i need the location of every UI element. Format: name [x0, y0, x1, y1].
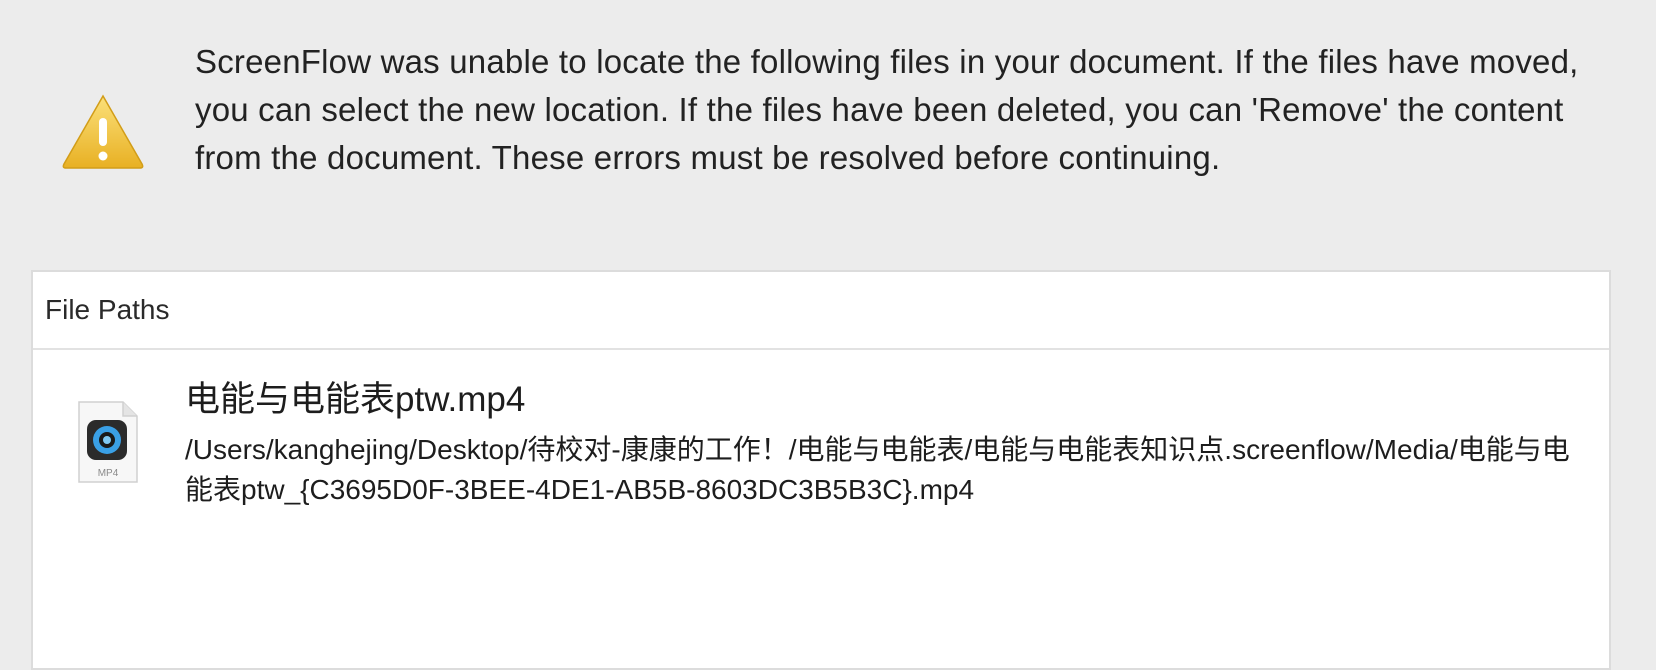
table-row[interactable]: MP4 电能与电能表ptw.mp4 /Users/kanghejing/Desk…: [33, 350, 1609, 550]
file-path: /Users/kanghejing/Desktop/待校对-康康的工作！/电能与…: [185, 434, 1570, 505]
file-name: 电能与电能表ptw.mp4: [185, 380, 526, 419]
column-header-file-paths[interactable]: File Paths: [33, 272, 1609, 350]
mp4-file-icon: MP4: [78, 401, 138, 483]
alert-message: ScreenFlow was unable to locate the foll…: [195, 43, 1579, 176]
warning-icon: [62, 94, 144, 169]
file-type-label: MP4: [98, 468, 119, 479]
file-paths-table[interactable]: File Paths MP4 电能与电能表ptw.mp4 /Users/kang…: [31, 270, 1611, 670]
